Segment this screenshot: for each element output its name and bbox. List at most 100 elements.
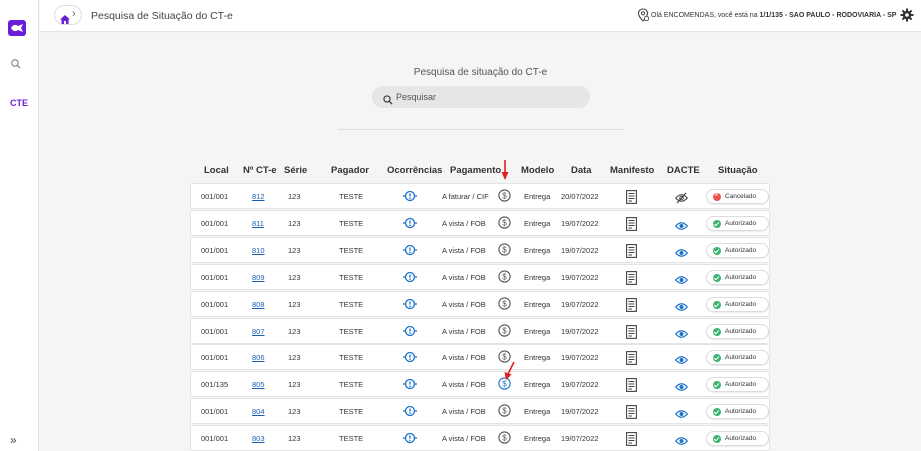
table-header: Local Nº CT-e Série Pagador Ocorrências … (190, 165, 785, 179)
chevron-right-icon: › (72, 8, 76, 20)
cell-pagamento: A vista / FOB (442, 246, 486, 255)
cell-local: 001/001 (201, 327, 229, 336)
cell-cte-link[interactable]: 803 (252, 434, 265, 443)
cell-cte-link[interactable]: 805 (252, 380, 265, 389)
manifest-document-icon[interactable] (626, 298, 637, 317)
cell-data: 19/07/2022 (561, 380, 599, 389)
occurrences-icon[interactable] (403, 350, 417, 369)
location-pin-icon (637, 8, 650, 27)
eye-icon[interactable] (674, 272, 689, 290)
occurrences-icon[interactable] (403, 216, 417, 235)
cell-modelo: Entrega (524, 407, 551, 416)
payment-dollar-icon[interactable]: $ (498, 297, 511, 315)
gear-icon[interactable] (900, 8, 914, 27)
payment-dollar-icon[interactable]: $ (498, 270, 511, 288)
table-row: 001/135 805 123 TESTE A vista / FOB $ Entrega 1… (190, 371, 770, 397)
eye-icon[interactable] (674, 218, 689, 236)
main-heading: Pesquisa de situação do CT-e (413, 67, 548, 78)
home-icon[interactable] (60, 11, 70, 29)
cell-local: 001/001 (201, 273, 229, 282)
cell-serie: 123 (288, 192, 301, 201)
sidebar: CTE » (0, 0, 39, 451)
app-logo-icon[interactable] (8, 20, 26, 36)
status-badge: Autorizado (706, 243, 769, 258)
table-row: 001/001 803 123 TESTE A vista / FOB $ Entrega 1… (190, 425, 770, 451)
manifest-document-icon[interactable] (626, 244, 637, 263)
cell-pagador: TESTE (339, 246, 364, 255)
eye-icon[interactable] (674, 245, 689, 263)
column-header-ocorrencias: Ocorrências (387, 165, 443, 176)
cell-pagamento: A vista / FOB (442, 434, 486, 443)
cell-data: 19/07/2022 (561, 407, 599, 416)
cell-cte-link[interactable]: 810 (252, 246, 265, 255)
cell-cte-link[interactable]: 804 (252, 407, 265, 416)
cell-data: 19/07/2022 (561, 246, 599, 255)
eye-icon[interactable] (674, 379, 689, 397)
breadcrumb[interactable]: › (54, 5, 82, 25)
cell-local: 001/001 (201, 353, 229, 362)
table-row: 001/001 806 123 TESTE A vista / FOB $ Entrega 1… (190, 344, 770, 370)
status-label: Cancelado (725, 193, 757, 200)
manifest-document-icon[interactable] (626, 351, 637, 370)
cell-modelo: Entrega (524, 327, 551, 336)
payment-dollar-icon[interactable]: $ (498, 431, 511, 449)
status-badge: Autorizado (706, 297, 769, 312)
occurrences-icon[interactable] (403, 404, 417, 423)
cell-cte-link[interactable]: 808 (252, 300, 265, 309)
cell-modelo: Entrega (524, 246, 551, 255)
manifest-document-icon[interactable] (626, 271, 637, 290)
manifest-document-icon[interactable] (626, 217, 637, 236)
check-status-icon (713, 381, 721, 389)
cell-serie: 123 (288, 300, 301, 309)
cell-cte-link[interactable]: 811 (252, 219, 264, 228)
cell-cte-link[interactable]: 807 (252, 327, 265, 336)
payment-dollar-icon[interactable]: $ (498, 404, 511, 422)
search-icon[interactable] (11, 56, 21, 74)
eye-icon[interactable] (674, 326, 689, 344)
cell-local: 001/001 (201, 246, 229, 255)
cell-pagador: TESTE (339, 380, 364, 389)
cell-pagador: TESTE (339, 273, 364, 282)
cell-cte-link[interactable]: 806 (252, 353, 265, 362)
payment-dollar-icon[interactable]: $ (498, 189, 511, 207)
occurrences-icon[interactable] (403, 377, 417, 396)
search-field[interactable] (372, 86, 590, 108)
cell-cte-link[interactable]: 812 (252, 192, 265, 201)
check-status-icon (713, 220, 721, 228)
cell-local: 001/001 (201, 434, 229, 443)
manifest-document-icon[interactable] (626, 432, 637, 451)
manifest-document-icon[interactable] (626, 190, 637, 209)
occurrences-icon[interactable] (403, 270, 417, 289)
payment-dollar-icon[interactable]: $ (498, 243, 511, 261)
status-badge: Autorizado (706, 377, 769, 392)
eye-icon[interactable] (674, 299, 689, 317)
occurrences-icon[interactable] (403, 243, 417, 262)
svg-text:$: $ (502, 272, 507, 281)
status-label: Autorizado (725, 301, 757, 308)
occurrences-icon[interactable] (403, 324, 417, 343)
payment-dollar-icon[interactable]: $ (498, 324, 511, 342)
payment-dollar-icon[interactable]: $ (498, 216, 511, 234)
eye-off-icon[interactable] (674, 191, 689, 209)
occurrences-icon[interactable] (403, 297, 417, 316)
status-badge: Autorizado (706, 404, 769, 419)
manifest-document-icon[interactable] (626, 405, 637, 424)
expand-icon[interactable]: » (10, 433, 17, 447)
eye-icon[interactable] (674, 406, 689, 424)
svg-text:$: $ (502, 218, 507, 227)
cell-pagamento: A faturar / CIF (442, 192, 489, 201)
occurrences-icon[interactable] (403, 189, 417, 208)
eye-icon[interactable] (674, 433, 689, 451)
eye-icon[interactable] (674, 352, 689, 370)
cell-cte-link[interactable]: 809 (252, 273, 265, 282)
search-icon (383, 92, 393, 110)
occurrences-icon[interactable] (403, 431, 417, 450)
sidebar-item-cte[interactable]: CTE (10, 98, 28, 108)
cell-local: 001/001 (201, 219, 229, 228)
cell-serie: 123 (288, 327, 301, 336)
search-input[interactable] (396, 89, 576, 105)
cell-pagador: TESTE (339, 300, 364, 309)
cell-data: 19/07/2022 (561, 273, 599, 282)
manifest-document-icon[interactable] (626, 378, 637, 397)
manifest-document-icon[interactable] (626, 325, 637, 344)
